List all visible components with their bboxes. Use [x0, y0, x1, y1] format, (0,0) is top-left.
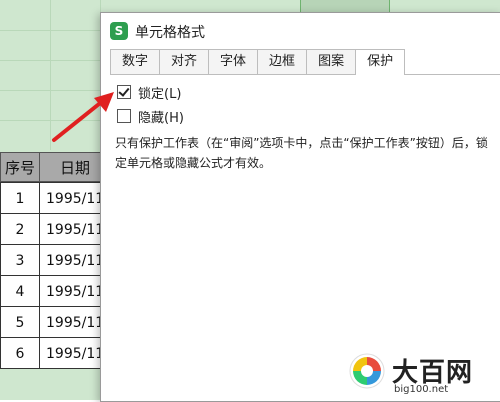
- protection-description: 只有保护工作表（在“审阅”选项卡中，点击“保护工作表”按钮）后，锁 定单元格或隐…: [115, 133, 500, 173]
- tab-pattern[interactable]: 图案: [306, 49, 357, 74]
- cell-date[interactable]: 1995/11: [39, 337, 101, 369]
- dialog-tabs: 数字 对齐 字体 边框 图案 保护: [110, 49, 406, 75]
- description-line: 定单元格或隐藏公式才有效。: [115, 156, 272, 170]
- cell-date[interactable]: 1995/11: [39, 306, 101, 338]
- grid-line: [0, 60, 100, 61]
- table-header-row: 序号 日期: [0, 152, 101, 184]
- tab-number[interactable]: 数字: [110, 49, 161, 74]
- watermark: 大百网 big100.net: [348, 350, 488, 400]
- format-cells-dialog: S 单元格格式 数字 对齐 字体 边框 图案 保护 锁定(L) 隐藏(H) 只有…: [100, 12, 500, 402]
- cell-date[interactable]: 1995/11: [39, 182, 101, 214]
- description-line: 只有保护工作表（在“审阅”选项卡中，点击“保护工作表”按钮）后，锁: [115, 136, 488, 150]
- cell-index[interactable]: 6: [0, 337, 40, 369]
- tab-font[interactable]: 字体: [208, 49, 259, 74]
- tab-border[interactable]: 边框: [257, 49, 308, 74]
- cell-date[interactable]: 1995/11: [39, 244, 101, 276]
- table-row: 2 1995/11: [0, 213, 101, 245]
- table-row: 6 1995/11: [0, 337, 101, 369]
- table-row: 4 1995/11: [0, 275, 101, 307]
- cell-index[interactable]: 3: [0, 244, 40, 276]
- hidden-option[interactable]: 隐藏(H): [117, 107, 184, 126]
- table-row: 1 1995/11: [0, 182, 101, 214]
- header-cell-index[interactable]: 序号: [0, 152, 40, 182]
- cell-date[interactable]: 1995/11: [39, 213, 101, 245]
- hidden-label[interactable]: 隐藏(H): [138, 107, 184, 126]
- dialog-title: 单元格格式: [135, 25, 205, 41]
- locked-option[interactable]: 锁定(L): [117, 83, 181, 102]
- tab-protection[interactable]: 保护: [355, 49, 406, 75]
- dialog-titlebar[interactable]: S 单元格格式: [101, 13, 500, 49]
- cell-index[interactable]: 2: [0, 213, 40, 245]
- grid-line: [0, 30, 100, 31]
- cell-index[interactable]: 5: [0, 306, 40, 338]
- watermark-url: big100.net: [394, 384, 449, 395]
- tab-divider: [110, 74, 500, 75]
- cell-index[interactable]: 1: [0, 182, 40, 214]
- table-row: 3 1995/11: [0, 244, 101, 276]
- locked-label[interactable]: 锁定(L): [138, 83, 181, 102]
- cell-index[interactable]: 4: [0, 275, 40, 307]
- table-row: 5 1995/11: [0, 306, 101, 338]
- cell-date[interactable]: 1995/11: [39, 275, 101, 307]
- watermark-logo-icon: [349, 353, 385, 389]
- spreadsheet-app-icon: S: [110, 22, 128, 40]
- red-arrow-annotation: [52, 92, 114, 142]
- tab-alignment[interactable]: 对齐: [159, 49, 210, 74]
- header-cell-date[interactable]: 日期: [39, 152, 101, 182]
